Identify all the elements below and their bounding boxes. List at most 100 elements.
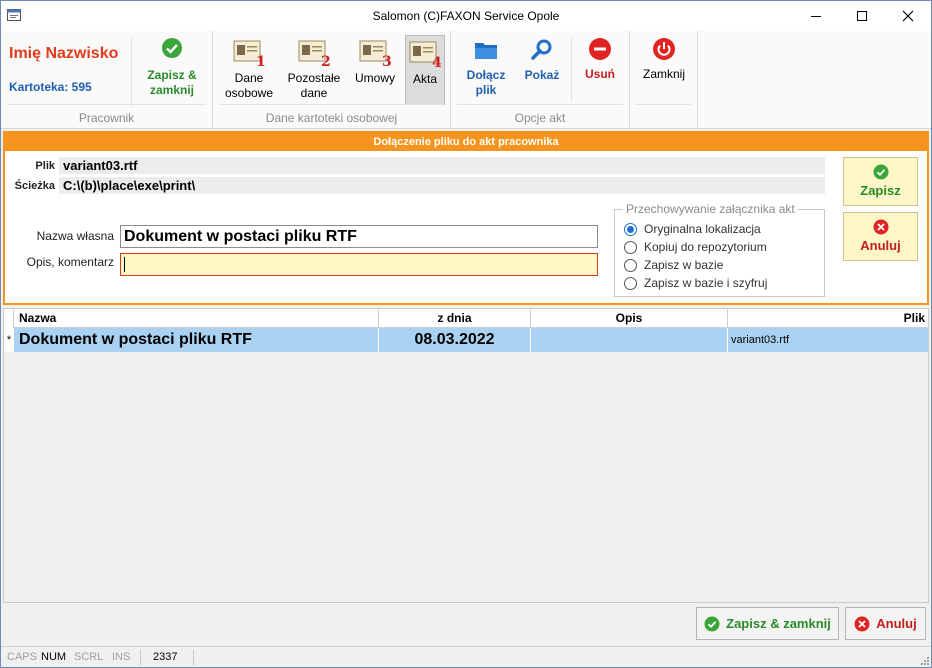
storage-option-label: Zapisz w bazie i szyfruj: [644, 276, 768, 290]
status-caps: CAPS: [7, 651, 37, 663]
text-caret: [124, 257, 125, 272]
badge-4: 4: [432, 55, 442, 68]
status-scrl: SCRL: [74, 651, 104, 663]
close-window-button[interactable]: [885, 1, 931, 31]
personal-label-2: osobowe: [224, 86, 274, 100]
save-close-label: Zapisz & zamknij: [726, 616, 831, 631]
own-name-input[interactable]: Dokument w postaci pliku RTF: [120, 225, 598, 248]
save-close-button[interactable]: Zapisz & zamknij: [696, 607, 839, 640]
close-label: Zamknij: [642, 67, 685, 81]
cell-desc[interactable]: [531, 328, 728, 352]
ribbon-divider: [571, 37, 572, 101]
minimize-icon: [811, 16, 821, 17]
column-header-desc[interactable]: Opis: [531, 309, 728, 328]
close-icon: [902, 10, 914, 22]
other-label-2: dane: [300, 86, 328, 100]
cell-date[interactable]: 08.03.2022: [379, 328, 531, 352]
other-data-button[interactable]: 2 Pozostałe dane: [283, 37, 345, 101]
group-separator: [7, 104, 206, 105]
delete-label: Usuń: [585, 67, 615, 81]
cell-name[interactable]: Dokument w postaci pliku RTF: [14, 328, 379, 352]
column-header-date[interactable]: z dnia: [379, 309, 531, 328]
status-divider: [193, 650, 194, 665]
storage-option-database-encrypt[interactable]: Zapisz w bazie i szyfruj: [624, 276, 767, 290]
group-options: Dołącz plik Pokaż Usuń Opcje akt: [451, 31, 630, 129]
group-separator: [219, 104, 444, 105]
id-card-icon: 4: [409, 41, 442, 68]
group-separator: [457, 104, 623, 105]
path-value: C:\(b)\place\exe\print\: [59, 177, 825, 194]
maximize-icon: [857, 11, 867, 21]
save-close-label-2: zamknij: [149, 83, 194, 97]
file-label: Plik: [35, 160, 55, 172]
group-employee: Imię Nazwisko Kartoteka: 595 Zapisz & za…: [1, 31, 213, 129]
grid-header: Nazwa z dnia Opis Plik: [4, 309, 928, 328]
show-button[interactable]: Pokaż: [517, 37, 567, 83]
status-num: NUM: [41, 651, 67, 663]
attach-file-button[interactable]: Dołącz plik: [459, 37, 513, 98]
resize-grip-icon[interactable]: [919, 655, 929, 665]
column-header-name[interactable]: Nazwa: [14, 309, 379, 328]
path-label: Ścieżka: [14, 180, 55, 192]
comment-label: Opis, komentarz: [26, 255, 114, 269]
contracts-button[interactable]: 3 Umowy: [350, 37, 400, 86]
attach-label-2: plik: [475, 83, 497, 97]
storage-legend: Przechowywanie załącznika akt: [623, 202, 798, 216]
badge-1: 1: [256, 54, 266, 67]
group-label-employee: Pracownik: [78, 111, 135, 125]
panel-cancel-label: Anuluj: [860, 238, 901, 253]
save-close-ribbon-button[interactable]: Zapisz & zamknij: [138, 37, 206, 98]
radio-icon: [624, 258, 637, 272]
panel-save-button[interactable]: Zapisz: [843, 157, 918, 206]
comment-input[interactable]: [120, 253, 598, 276]
group-separator: [636, 104, 691, 105]
status-ins: INS: [112, 651, 131, 663]
cancel-icon: [873, 219, 888, 235]
minus-circle-icon: [589, 38, 611, 60]
attach-label-1: Dołącz: [466, 68, 506, 82]
storage-options-group: Przechowywanie załącznika akt Oryginalna…: [614, 202, 825, 297]
storage-option-original[interactable]: Oryginalna lokalizacja: [624, 222, 761, 236]
grid-header-marker: [4, 309, 14, 328]
check-icon: [704, 616, 720, 631]
app-window: Salomon (C)FAXON Service Opole Imię Nazw…: [0, 0, 932, 668]
column-header-file[interactable]: Plik: [728, 309, 928, 328]
records-label: Akta: [412, 72, 437, 86]
folder-icon: [475, 43, 497, 59]
storage-option-label: Kopiuj do repozytorium: [644, 240, 767, 254]
panel-header: Dołączenie pliku do akt pracownika: [5, 133, 927, 151]
ribbon: Imię Nazwisko Kartoteka: 595 Zapisz & za…: [1, 31, 931, 129]
table-row[interactable]: * Dokument w postaci pliku RTF 08.03.202…: [4, 328, 928, 352]
badge-2: 2: [321, 54, 331, 67]
close-ribbon-button[interactable]: Zamknij: [636, 37, 692, 82]
search-icon: [531, 39, 552, 60]
personal-data-button[interactable]: 1 Dane osobowe: [221, 37, 277, 101]
storage-option-repository[interactable]: Kopiuj do repozytorium: [624, 240, 767, 254]
new-row-marker: *: [4, 328, 14, 352]
storage-option-label: Oryginalna lokalizacja: [644, 222, 761, 236]
ribbon-divider: [131, 37, 132, 107]
records-button[interactable]: 4 Akta: [405, 35, 445, 105]
status-bar: CAPS NUM SCRL INS 2337: [1, 646, 931, 667]
group-close: Zamknij: [630, 31, 698, 129]
delete-button[interactable]: Usuń: [576, 37, 624, 82]
id-card-icon: 3: [359, 40, 392, 67]
maximize-button[interactable]: [839, 1, 885, 31]
power-icon: [653, 38, 675, 60]
file-value: variant03.rtf: [59, 157, 825, 174]
radio-icon: [624, 240, 637, 254]
minimize-button[interactable]: [793, 1, 839, 31]
attach-form-panel: Dołączenie pliku do akt pracownika Plik …: [3, 131, 929, 305]
panel-cancel-button[interactable]: Anuluj: [843, 212, 918, 261]
badge-3: 3: [382, 54, 392, 67]
group-label-options: Opcje akt: [514, 111, 566, 125]
check-icon: [873, 164, 888, 180]
window-title: Salomon (C)FAXON Service Opole: [372, 9, 560, 23]
cancel-button[interactable]: Anuluj: [845, 607, 926, 640]
radio-selected-icon: [624, 222, 637, 236]
storage-option-label: Zapisz w bazie: [644, 258, 724, 272]
cell-file[interactable]: variant03.rtf: [728, 328, 928, 352]
panel-save-label: Zapisz: [860, 183, 901, 198]
storage-option-database[interactable]: Zapisz w bazie: [624, 258, 723, 272]
cancel-label: Anuluj: [876, 616, 917, 631]
